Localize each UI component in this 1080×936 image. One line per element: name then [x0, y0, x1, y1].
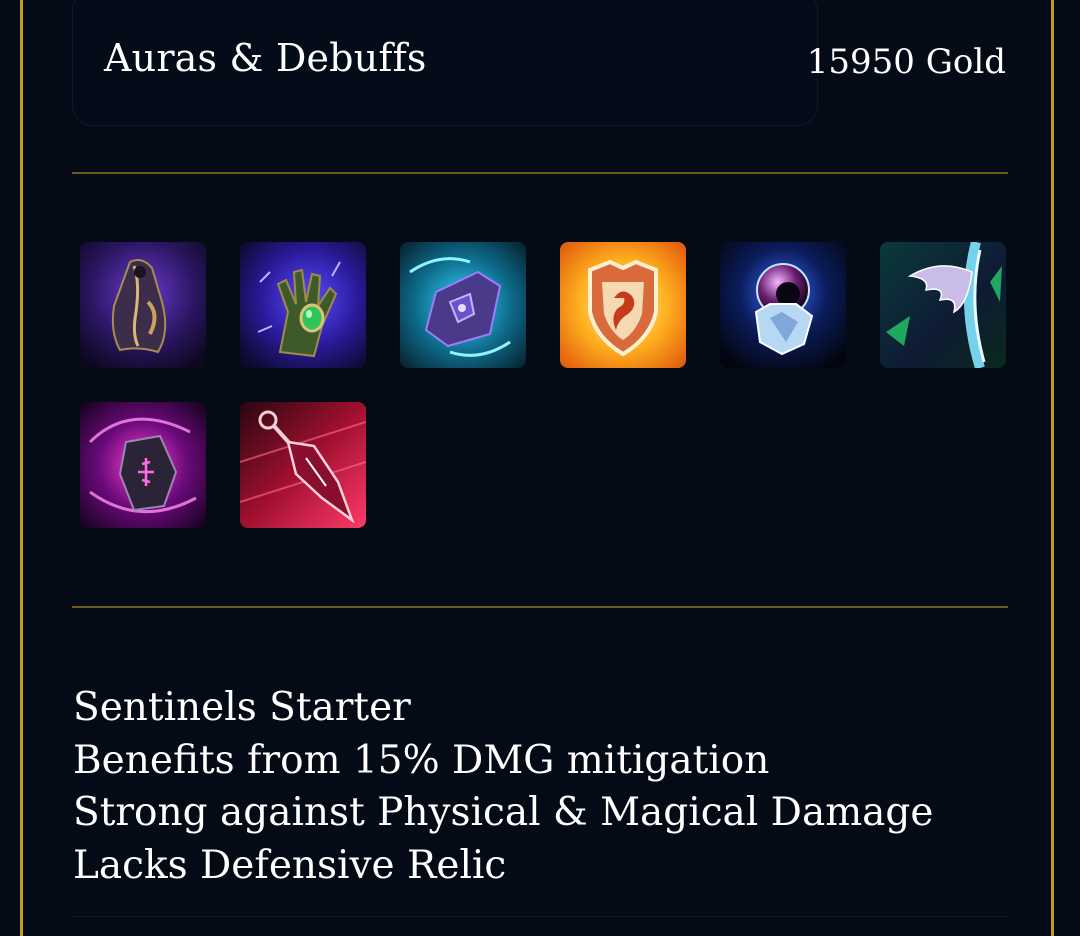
crimson-pendulum-icon[interactable]	[240, 402, 366, 528]
build-title: Auras & Debuffs	[104, 36, 427, 80]
build-cost: 15950 Gold	[806, 42, 1006, 82]
void-rune-stone-icon[interactable]	[80, 402, 206, 528]
emerald-gauntlet-icon[interactable]	[240, 242, 366, 368]
divider-top	[72, 172, 1008, 174]
arcane-crystal-shard-icon[interactable]	[400, 242, 526, 368]
frost-orb-icon[interactable]	[720, 242, 846, 368]
build-notes: Sentinels Starter Benefits from 15% DMG …	[73, 682, 933, 892]
note-line: Lacks Defensive Relic	[73, 842, 507, 888]
divider-middle	[72, 606, 1008, 608]
shadow-cloak-icon[interactable]	[80, 242, 206, 368]
divider-bottom	[72, 916, 1008, 917]
flame-lion-shield-icon[interactable]	[560, 242, 686, 368]
note-line: Strong against Physical & Magical Damage	[73, 790, 934, 835]
winged-blade-icon[interactable]	[880, 242, 1006, 368]
note-line: Benefits from 15% DMG mitigation	[73, 737, 770, 783]
note-line: Sentinels Starter	[73, 685, 411, 730]
